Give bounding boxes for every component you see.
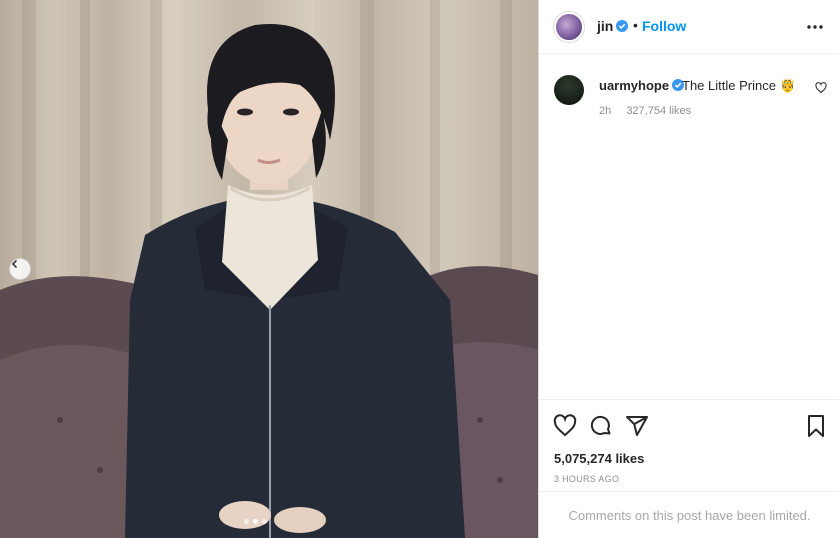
share-icon[interactable] [625,414,649,438]
caption-meta: 2h 327,754 likes [599,105,691,117]
commenter-username-text[interactable]: uarmyhope [599,78,669,93]
post-likes-count[interactable]: 5,075,274 likes [554,451,644,466]
more-horizontal-icon[interactable] [805,17,825,37]
commenter-avatar[interactable] [554,75,584,105]
post-photo[interactable] [0,0,538,538]
bookmark-icon[interactable] [804,414,828,438]
author-username[interactable]: jin [597,18,629,34]
carousel-prev-button[interactable] [9,258,31,280]
heart-icon[interactable] [553,414,577,438]
post-timestamp[interactable]: 3 HOURS AGO [554,474,619,484]
author-avatar[interactable] [554,12,584,42]
post-header: jin • Follow [539,0,839,54]
verified-badge-icon [616,20,629,32]
person [125,24,465,538]
post-side-panel: jin • Follow uarmyhope The Little Prince… [538,0,839,538]
post-actions: 5,075,274 likes 3 HOURS AGO [539,399,839,491]
caption-text: The Little Prince 🤴 [682,78,796,93]
header-separator: • [633,17,638,33]
comments-limited-notice: Comments on this post have been limited. [539,491,839,538]
carousel-indicator [244,519,267,524]
commenter-username[interactable]: uarmyhope [599,78,685,93]
chevron-left-icon [11,259,18,269]
photo-illustration [0,0,538,538]
carousel-dot-active [253,519,258,524]
carousel-dot [244,519,249,524]
follow-button[interactable]: Follow [642,18,686,34]
carousel-dot [262,519,267,524]
author-username-text[interactable]: jin [597,18,613,34]
comment-like-heart-icon[interactable] [815,82,827,94]
comment-icon[interactable] [589,414,613,438]
caption-likes[interactable]: 327,754 likes [626,105,691,117]
caption-age: 2h [599,105,612,117]
